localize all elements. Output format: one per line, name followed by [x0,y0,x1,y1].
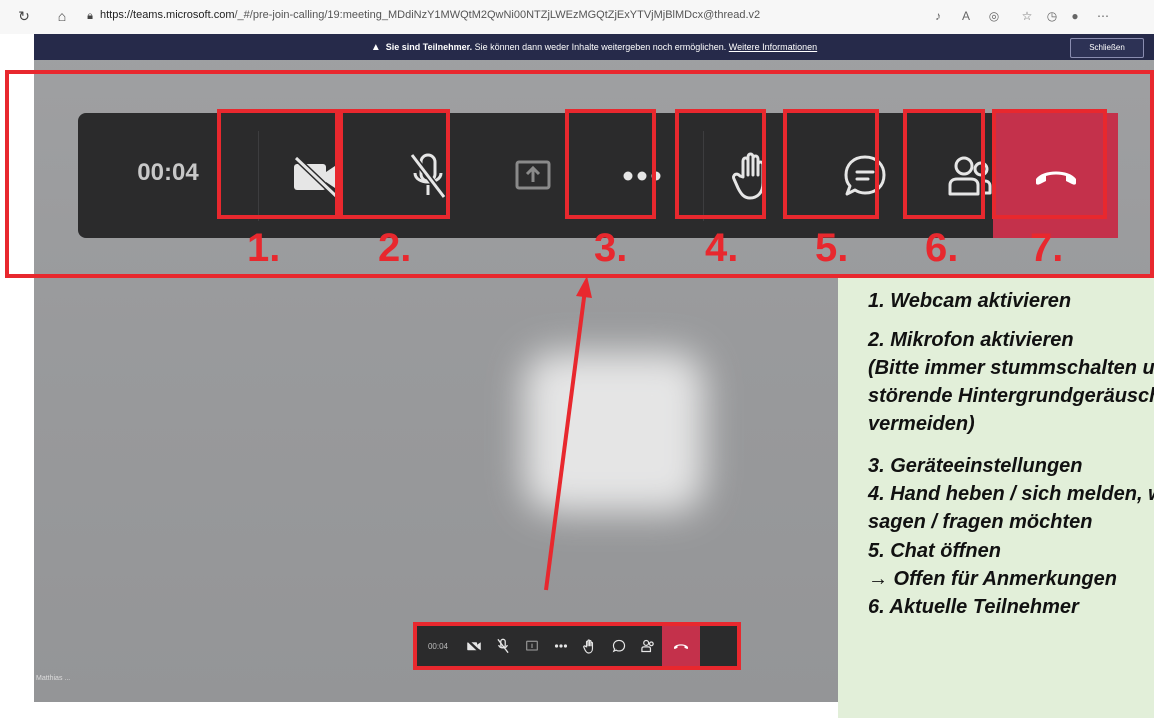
legend-line-1: 1. Webcam aktivieren [868,290,1072,312]
legend-line-9: 5. Chat öffnen [868,540,1001,562]
legend-line-5: vermeiden) [868,413,975,435]
legend-line-11: 6. Aktuelle Teilnehmer [868,596,1079,618]
legend-line-10: → Offen für Anmerkungen [868,568,1117,590]
legend-line-6: 3. Geräteeinstellungen [868,455,1083,477]
legend-line-4: störende Hintergrundgeräusche zu [868,385,1154,407]
legend-line-3: (Bitte immer stummschalten um [868,357,1154,379]
legend-line-7: 4. Hand heben / sich melden, wenn Sie et… [868,483,1154,505]
legend-line-2: 2. Mikrofon aktivieren [868,329,1074,351]
legend-line-8: sagen / fragen möchten [868,511,1093,533]
legend-panel: 1. Webcam aktivieren 2. Mikrofon aktivie… [838,278,1154,718]
